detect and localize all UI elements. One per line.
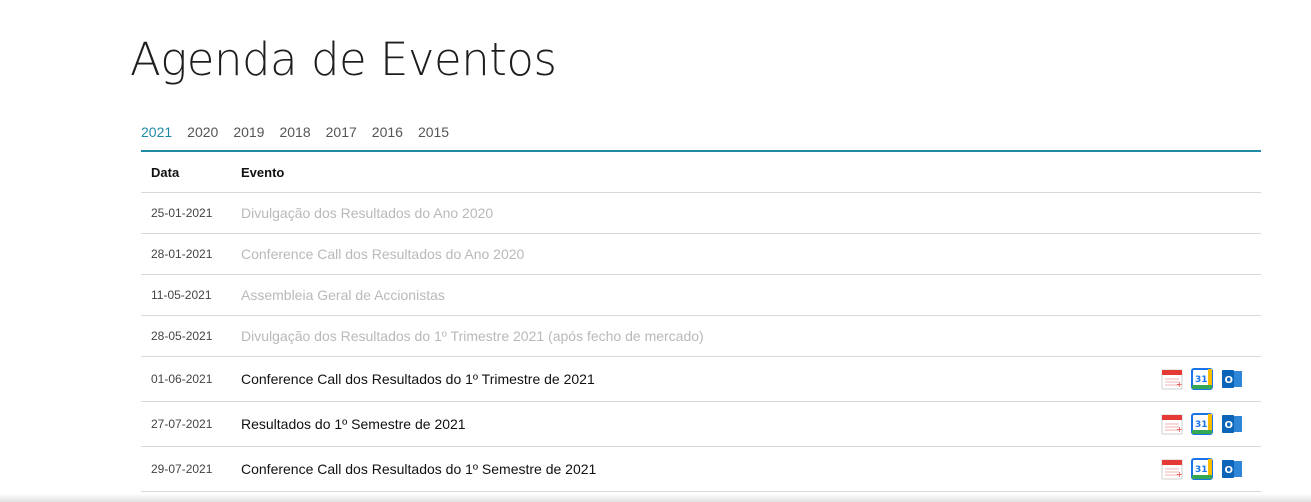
event-date: 28-01-2021 <box>151 247 213 261</box>
tab-year-2017[interactable]: 2017 <box>326 122 357 142</box>
ical-calendar-icon[interactable]: + <box>1161 368 1183 390</box>
event-title: Divulgação dos Resultados do Ano 2020 <box>241 205 494 221</box>
tab-year-2015[interactable]: 2015 <box>418 122 449 142</box>
event-date: 29-07-2021 <box>151 462 213 476</box>
event-date: 28-05-2021 <box>151 329 213 343</box>
scroll-shadow <box>0 494 1311 502</box>
table-row: 11-05-2021 Assembleia Geral de Accionist… <box>141 275 1261 316</box>
event-title: Conference Call dos Resultados do Ano 20… <box>241 246 525 262</box>
add-to-calendar-icons: + 31 O <box>1161 368 1243 390</box>
header-event: Evento <box>241 164 285 180</box>
table-row: 25-01-2021 Divulgação dos Resultados do … <box>141 193 1261 234</box>
event-date: 11-05-2021 <box>151 288 212 302</box>
table-row: 28-01-2021 Conference Call dos Resultado… <box>141 234 1261 275</box>
outlook-letter: O <box>1225 420 1234 431</box>
year-tabs: 2021 2020 2019 2018 2017 2016 2015 <box>141 122 464 142</box>
ical-calendar-icon[interactable]: + <box>1161 458 1183 480</box>
google-calendar-day: 31 <box>1195 375 1208 385</box>
svg-text:+: + <box>1176 380 1183 389</box>
header-date: Data <box>151 164 180 180</box>
google-calendar-icon[interactable]: 31 <box>1191 413 1213 435</box>
tab-year-2021[interactable]: 2021 <box>141 122 172 142</box>
tab-year-2019[interactable]: 2019 <box>233 122 264 142</box>
event-title: Resultados do 1º Semestre de 2021 <box>241 416 466 432</box>
add-to-calendar-icons: + 31 O <box>1161 413 1243 435</box>
svg-text:+: + <box>1176 425 1183 434</box>
event-title: Conference Call dos Resultados do 1º Sem… <box>241 461 597 477</box>
google-calendar-icon[interactable]: 31 <box>1191 368 1213 390</box>
page-title: Agenda de Eventos <box>130 33 557 86</box>
event-date: 27-07-2021 <box>151 417 213 431</box>
event-title: Assembleia Geral de Accionistas <box>241 287 445 303</box>
google-calendar-day: 31 <box>1195 465 1208 475</box>
outlook-letter: O <box>1225 375 1234 386</box>
outlook-letter: O <box>1225 465 1234 476</box>
tab-year-2020[interactable]: 2020 <box>187 122 218 142</box>
events-page: Agenda de Eventos 2021 2020 2019 2018 20… <box>0 0 1311 502</box>
add-to-calendar-icons: + 31 O <box>1161 458 1243 480</box>
tab-year-2018[interactable]: 2018 <box>279 122 310 142</box>
google-calendar-day: 31 <box>1195 420 1208 430</box>
outlook-calendar-icon[interactable]: O <box>1221 413 1243 435</box>
table-row: 27-07-2021 Resultados do 1º Semestre de … <box>141 402 1261 447</box>
event-date: 25-01-2021 <box>151 206 213 220</box>
table-row: 28-05-2021 Divulgação dos Resultados do … <box>141 316 1261 357</box>
events-table: Data Evento 25-01-2021 Divulgação dos Re… <box>141 150 1261 492</box>
ical-calendar-icon[interactable]: + <box>1161 413 1183 435</box>
event-title: Conference Call dos Resultados do 1º Tri… <box>241 371 595 387</box>
tab-year-2016[interactable]: 2016 <box>372 122 403 142</box>
table-header-row: Data Evento <box>141 152 1261 193</box>
event-title: Divulgação dos Resultados do 1º Trimestr… <box>241 328 704 344</box>
table-row: 01-06-2021 Conference Call dos Resultado… <box>141 357 1261 402</box>
outlook-calendar-icon[interactable]: O <box>1221 368 1243 390</box>
event-date: 01-06-2021 <box>151 372 213 386</box>
svg-text:+: + <box>1176 470 1183 479</box>
table-row: 29-07-2021 Conference Call dos Resultado… <box>141 447 1261 492</box>
outlook-calendar-icon[interactable]: O <box>1221 458 1243 480</box>
google-calendar-icon[interactable]: 31 <box>1191 458 1213 480</box>
